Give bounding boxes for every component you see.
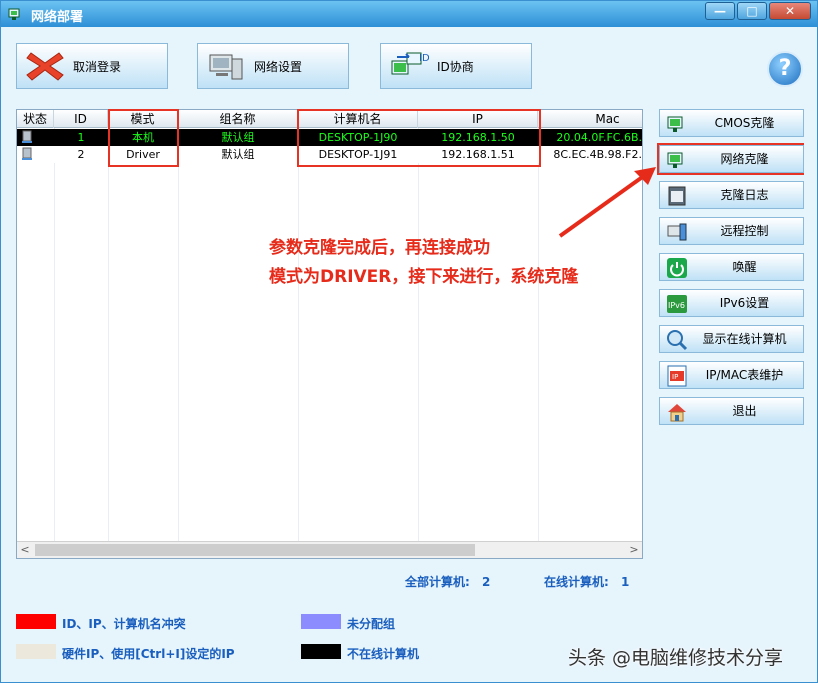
scrollbar-thumb[interactable]: [35, 544, 475, 556]
scroll-right-icon[interactable]: >: [626, 542, 642, 558]
id-tag-text: ID: [419, 53, 429, 64]
online-computers: 在线计算机: 1: [544, 573, 629, 590]
app-logo-icon: [8, 8, 20, 20]
search-computer-icon: [667, 330, 688, 351]
legend-conflict-text: ID、IP、计算机名冲突: [62, 617, 186, 631]
network-clone-icon: [667, 152, 683, 168]
minimize-button[interactable]: —: [705, 2, 735, 20]
legend-swatch-hardware-ip: [16, 644, 56, 659]
computer-status-icon: [22, 130, 32, 143]
id-negotiate-button[interactable]: ID ID协商: [380, 43, 532, 89]
sidebar-item-label: 退出: [732, 404, 757, 418]
legend-swatch-unassigned: [301, 614, 341, 629]
watermark: 头条 @电脑维修技术分享: [568, 647, 784, 669]
scroll-left-icon[interactable]: <: [17, 542, 33, 558]
title-bar: 网络部署 — □ ✕: [1, 1, 817, 27]
maximize-icon: □: [746, 4, 758, 18]
col-id[interactable]: ID: [54, 110, 108, 128]
clone-log-button[interactable]: 克隆日志: [659, 181, 804, 209]
legend-swatch-offline: [301, 644, 341, 659]
window-title: 网络部署: [31, 10, 84, 25]
online-value: 1: [621, 575, 630, 589]
show-online-button[interactable]: 显示在线计算机: [659, 325, 804, 353]
computer-grid[interactable]: 状态 ID 模式 组名称 计算机名 IP Mac 1 本机 默认组 DESKTO…: [16, 109, 643, 559]
sidebar-item-label: 远程控制: [720, 224, 769, 238]
total-label: 全部计算机:: [405, 575, 470, 589]
maximize-button[interactable]: □: [737, 2, 767, 20]
minimize-icon: —: [714, 4, 726, 18]
ip-mac-table-button[interactable]: IP IP/MAC表维护: [659, 361, 804, 389]
help-icon: ?: [778, 56, 792, 81]
annotation-line-1: 参数克隆完成后，再连接成功: [269, 238, 490, 258]
id-negotiate-icon: ID: [391, 52, 429, 75]
close-button[interactable]: ✕: [769, 2, 811, 20]
computer-status-icon: [22, 147, 32, 160]
ipv6-icon: IPv6: [667, 295, 687, 313]
exit-house-icon: [668, 404, 686, 422]
ip-icon-text: IP: [672, 373, 678, 381]
total-computers: 全部计算机: 2: [405, 573, 490, 590]
sidebar-item-label: 克隆日志: [720, 188, 769, 202]
annotation-arrow-icon: [558, 167, 656, 238]
ip-table-icon: IP: [667, 365, 687, 387]
cmos-clone-button[interactable]: CMOS克隆: [659, 109, 804, 137]
remote-control-button[interactable]: 远程控制: [659, 217, 804, 245]
legend-swatch-conflict: [16, 614, 56, 629]
ipv6-settings-button[interactable]: IPv6 IPv6设置: [659, 289, 804, 317]
cell-mac: 20.04.0F.FC.6B.: [556, 131, 642, 144]
ipv6-icon-text: IPv6: [668, 301, 685, 310]
exit-button[interactable]: 退出: [659, 397, 804, 425]
network-clone-button[interactable]: 网络克隆: [659, 145, 804, 173]
remote-control-icon: [667, 223, 687, 241]
total-value: 2: [482, 575, 491, 589]
cancel-login-label: 取消登录: [73, 59, 122, 74]
sidebar-item-label: IP/MAC表维护: [705, 368, 784, 382]
highlight-name-ip-columns: [297, 109, 541, 167]
sidebar-item-label: CMOS克隆: [714, 116, 775, 130]
network-settings-icon: [209, 54, 243, 80]
cell-group: 默认组: [221, 131, 255, 144]
cell-id: 1: [77, 131, 85, 144]
network-settings-button[interactable]: 网络设置: [197, 43, 349, 89]
log-icon: [668, 186, 686, 206]
online-label: 在线计算机:: [544, 575, 609, 589]
wake-button[interactable]: 唤醒: [659, 253, 804, 281]
cell-id: 2: [77, 148, 85, 161]
cell-group: 默认组: [221, 148, 255, 161]
close-icon: ✕: [784, 4, 796, 18]
col-status[interactable]: 状态: [17, 110, 54, 128]
help-button[interactable]: ?: [767, 51, 803, 87]
sidebar-item-label: 网络克隆: [720, 152, 769, 166]
cancel-login-button[interactable]: 取消登录: [16, 43, 168, 89]
col-mac[interactable]: Mac: [538, 110, 642, 128]
highlight-mode-column: [108, 109, 179, 167]
network-settings-label: 网络设置: [254, 59, 303, 74]
col-group[interactable]: 组名称: [178, 110, 298, 128]
horizontal-scrollbar[interactable]: < >: [17, 541, 642, 558]
sidebar-item-label: 唤醒: [732, 260, 757, 274]
network-deploy-window: 网络部署 — □ ✕ 取消登录 网络设置 ID ID协商 ? 状态 ID 模式 …: [0, 0, 818, 683]
annotation-text: 参数克隆完成后，再连接成功 模式为DRIVER，接下来进行，系统克隆: [269, 234, 578, 292]
annotation-line-2: 模式为DRIVER，接下来进行，系统克隆: [269, 267, 579, 287]
legend-unassigned-text: 未分配组: [347, 617, 396, 631]
power-icon: [667, 258, 687, 278]
id-negotiate-label: ID协商: [437, 59, 474, 74]
cmos-clone-icon: [667, 116, 683, 132]
sidebar-item-label: 显示在线计算机: [702, 332, 787, 346]
cancel-x-icon: [26, 52, 64, 81]
sidebar-item-label: IPv6设置: [719, 296, 770, 310]
legend-hardware-ip-text: 硬件IP、使用[Ctrl+I]设定的IP: [62, 647, 235, 661]
legend-offline-text: 不在线计算机: [347, 647, 420, 661]
